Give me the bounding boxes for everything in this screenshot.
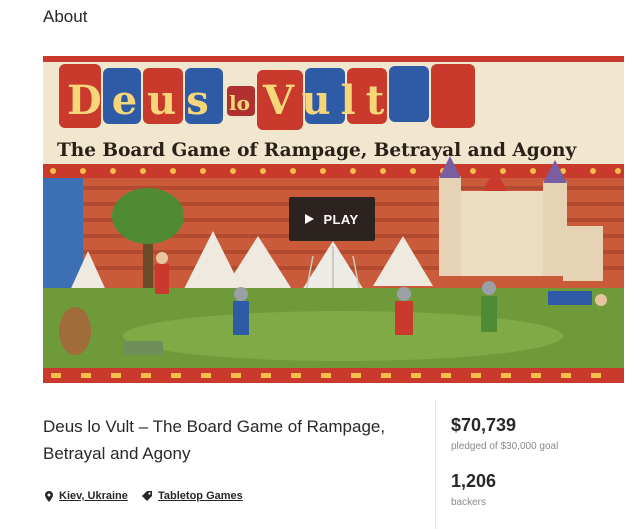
art-title-mid: lo [229,91,250,115]
tag-icon [142,491,152,501]
play-button[interactable]: PLAY [289,197,375,241]
location-link[interactable]: Kiev, Ukraine [45,490,128,502]
play-button-label: PLAY [323,211,359,227]
play-icon [305,214,315,224]
video-player[interactable]: Deus lo Vult The Board Game of Rampage, … [43,56,624,383]
backers-count: 1,206 [451,471,497,491]
backers-label: backers [451,497,487,508]
stats-divider [435,400,436,529]
art-subtitle: The Board Game of Rampage, Betrayal and … [57,140,577,161]
pin-icon [45,490,53,502]
art-title-left: Deus [67,77,219,124]
section-title: About [43,7,88,26]
category-label: Tabletop Games [158,490,243,502]
pledged-label: pledged of $30,000 goal [451,441,559,452]
location-label: Kiev, Ukraine [59,490,128,502]
project-title: Deus lo Vult – The Board Game of Rampage… [43,417,386,463]
pledged-amount: $70,739 [451,415,517,435]
category-link[interactable]: Tabletop Games [142,490,243,502]
art-title-right: Vult [262,77,394,124]
